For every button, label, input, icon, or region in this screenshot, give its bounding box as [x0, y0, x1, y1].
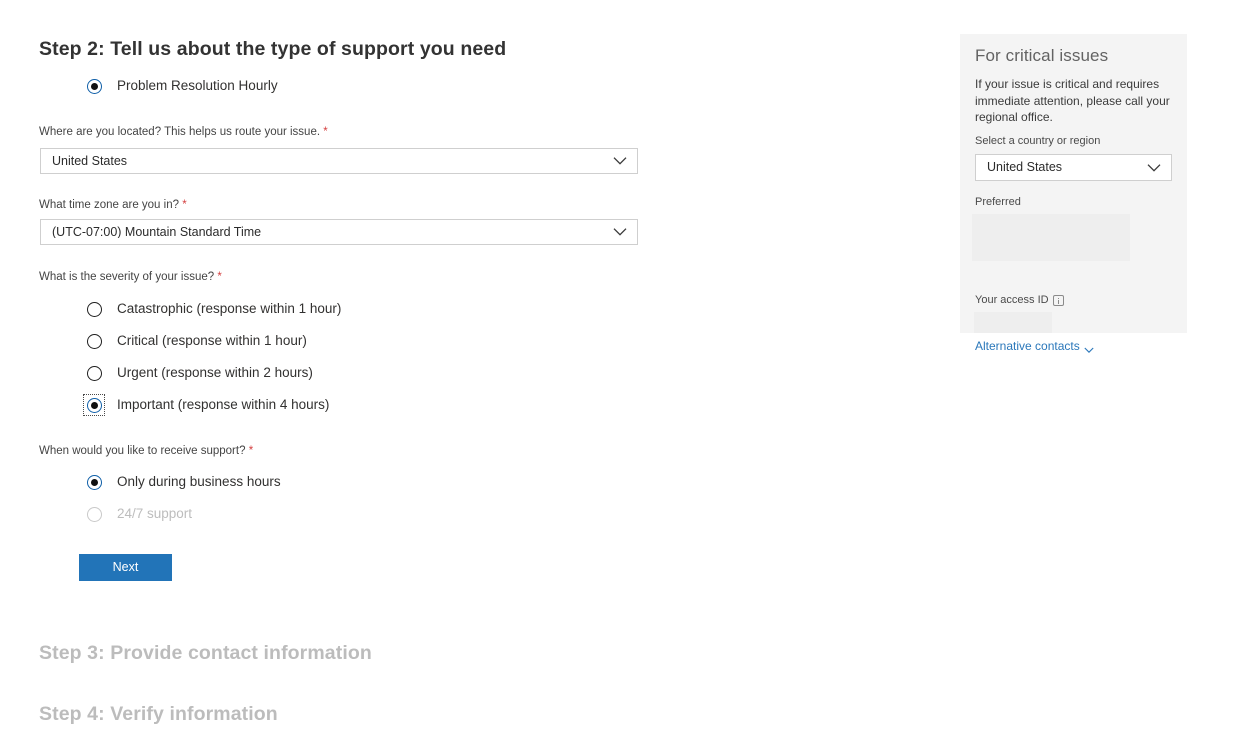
timezone-select-value: (UTC-07:00) Mountain Standard Time: [52, 226, 261, 239]
alternative-contacts-label: Alternative contacts: [975, 339, 1080, 353]
radio-option-catastrophic[interactable]: Catastrophic (response within 1 hour): [83, 298, 341, 320]
chevron-down-icon: [613, 157, 627, 166]
required-asterisk: *: [323, 126, 327, 138]
support-request-page: Step 2: Tell us about the type of suppor…: [0, 0, 1233, 732]
radio-option-critical[interactable]: Critical (response within 1 hour): [83, 330, 341, 352]
panel-title: For critical issues: [975, 46, 1172, 66]
radio-catastrophic-control[interactable]: [83, 298, 105, 320]
location-select-value: United States: [52, 155, 127, 168]
radio-important-control[interactable]: [83, 394, 105, 416]
radio-24-7-label: 24/7 support: [117, 507, 192, 521]
page-title: Step 2: Tell us about the type of suppor…: [39, 38, 506, 61]
chevron-down-icon: [613, 228, 627, 237]
panel-description: If your issue is critical and requires i…: [975, 76, 1172, 126]
chevron-down-icon: [1084, 343, 1094, 350]
radio-unselected-icon: [87, 366, 102, 381]
radio-unselected-disabled-icon: [87, 507, 102, 522]
radio-business-hours-label: Only during business hours: [117, 475, 281, 489]
radio-important-label: Important (response within 4 hours): [117, 398, 329, 412]
required-asterisk: *: [182, 199, 186, 211]
radio-selected-icon: [87, 398, 102, 413]
location-label-text: Where are you located? This helps us rou…: [39, 126, 320, 138]
critical-issues-panel-body: For critical issues If your issue is cri…: [960, 34, 1187, 333]
radio-business-hours-control[interactable]: [83, 471, 105, 493]
severity-field-label: What is the severity of your issue? *: [39, 271, 222, 285]
radio-critical-control[interactable]: [83, 330, 105, 352]
step-4-heading: Step 4: Verify information: [39, 703, 278, 726]
radio-unselected-icon: [87, 302, 102, 317]
panel-country-select-value: United States: [987, 161, 1062, 174]
radio-option-urgent[interactable]: Urgent (response within 2 hours): [83, 362, 341, 384]
info-icon[interactable]: [1053, 295, 1064, 306]
panel-country-label: Select a country or region: [975, 135, 1100, 148]
radio-urgent-label: Urgent (response within 2 hours): [117, 366, 313, 380]
location-field-label: Where are you located? This helps us rou…: [39, 126, 328, 140]
radio-catastrophic-label: Catastrophic (response within 1 hour): [117, 302, 341, 316]
required-asterisk: *: [217, 271, 221, 283]
severity-radio-group: Catastrophic (response within 1 hour) Cr…: [83, 298, 341, 416]
critical-issues-panel: For critical issues If your issue is cri…: [960, 34, 1187, 333]
timezone-label-text: What time zone are you in?: [39, 199, 179, 211]
radio-critical-label: Critical (response within 1 hour): [117, 334, 307, 348]
radio-unselected-icon: [87, 334, 102, 349]
radio-plan-label: Problem Resolution Hourly: [117, 79, 278, 93]
required-asterisk: *: [249, 445, 253, 457]
radio-selected-icon: [87, 475, 102, 490]
access-id-placeholder: [974, 312, 1052, 333]
panel-preferred-label: Preferred: [975, 196, 1021, 209]
support-hours-label-text: When would you like to receive support?: [39, 445, 245, 457]
next-button[interactable]: Next: [79, 554, 172, 581]
severity-label-text: What is the severity of your issue?: [39, 271, 214, 283]
step-3-heading: Step 3: Provide contact information: [39, 642, 372, 665]
radio-selected-icon: [87, 79, 102, 94]
chevron-down-icon: [1147, 163, 1161, 172]
radio-plan-control[interactable]: [83, 75, 105, 97]
radio-24-7-control: [83, 503, 105, 525]
radio-option-plan[interactable]: Problem Resolution Hourly: [83, 75, 278, 97]
panel-country-select[interactable]: United States: [975, 154, 1172, 181]
radio-option-24-7-support: 24/7 support: [83, 503, 281, 525]
panel-access-id-label: Your access ID: [975, 294, 1064, 307]
radio-urgent-control[interactable]: [83, 362, 105, 384]
timezone-field-label: What time zone are you in? *: [39, 199, 187, 213]
support-hours-radio-group: Only during business hours 24/7 support: [83, 471, 281, 535]
support-hours-field-label: When would you like to receive support? …: [39, 445, 253, 459]
alternative-contacts-link[interactable]: Alternative contacts: [975, 339, 1094, 353]
preferred-contact-placeholder: [972, 214, 1130, 261]
radio-option-business-hours[interactable]: Only during business hours: [83, 471, 281, 493]
radio-option-important[interactable]: Important (response within 4 hours): [83, 394, 341, 416]
panel-access-id-text: Your access ID: [975, 294, 1049, 307]
location-select[interactable]: United States: [40, 148, 638, 174]
timezone-select[interactable]: (UTC-07:00) Mountain Standard Time: [40, 219, 638, 245]
